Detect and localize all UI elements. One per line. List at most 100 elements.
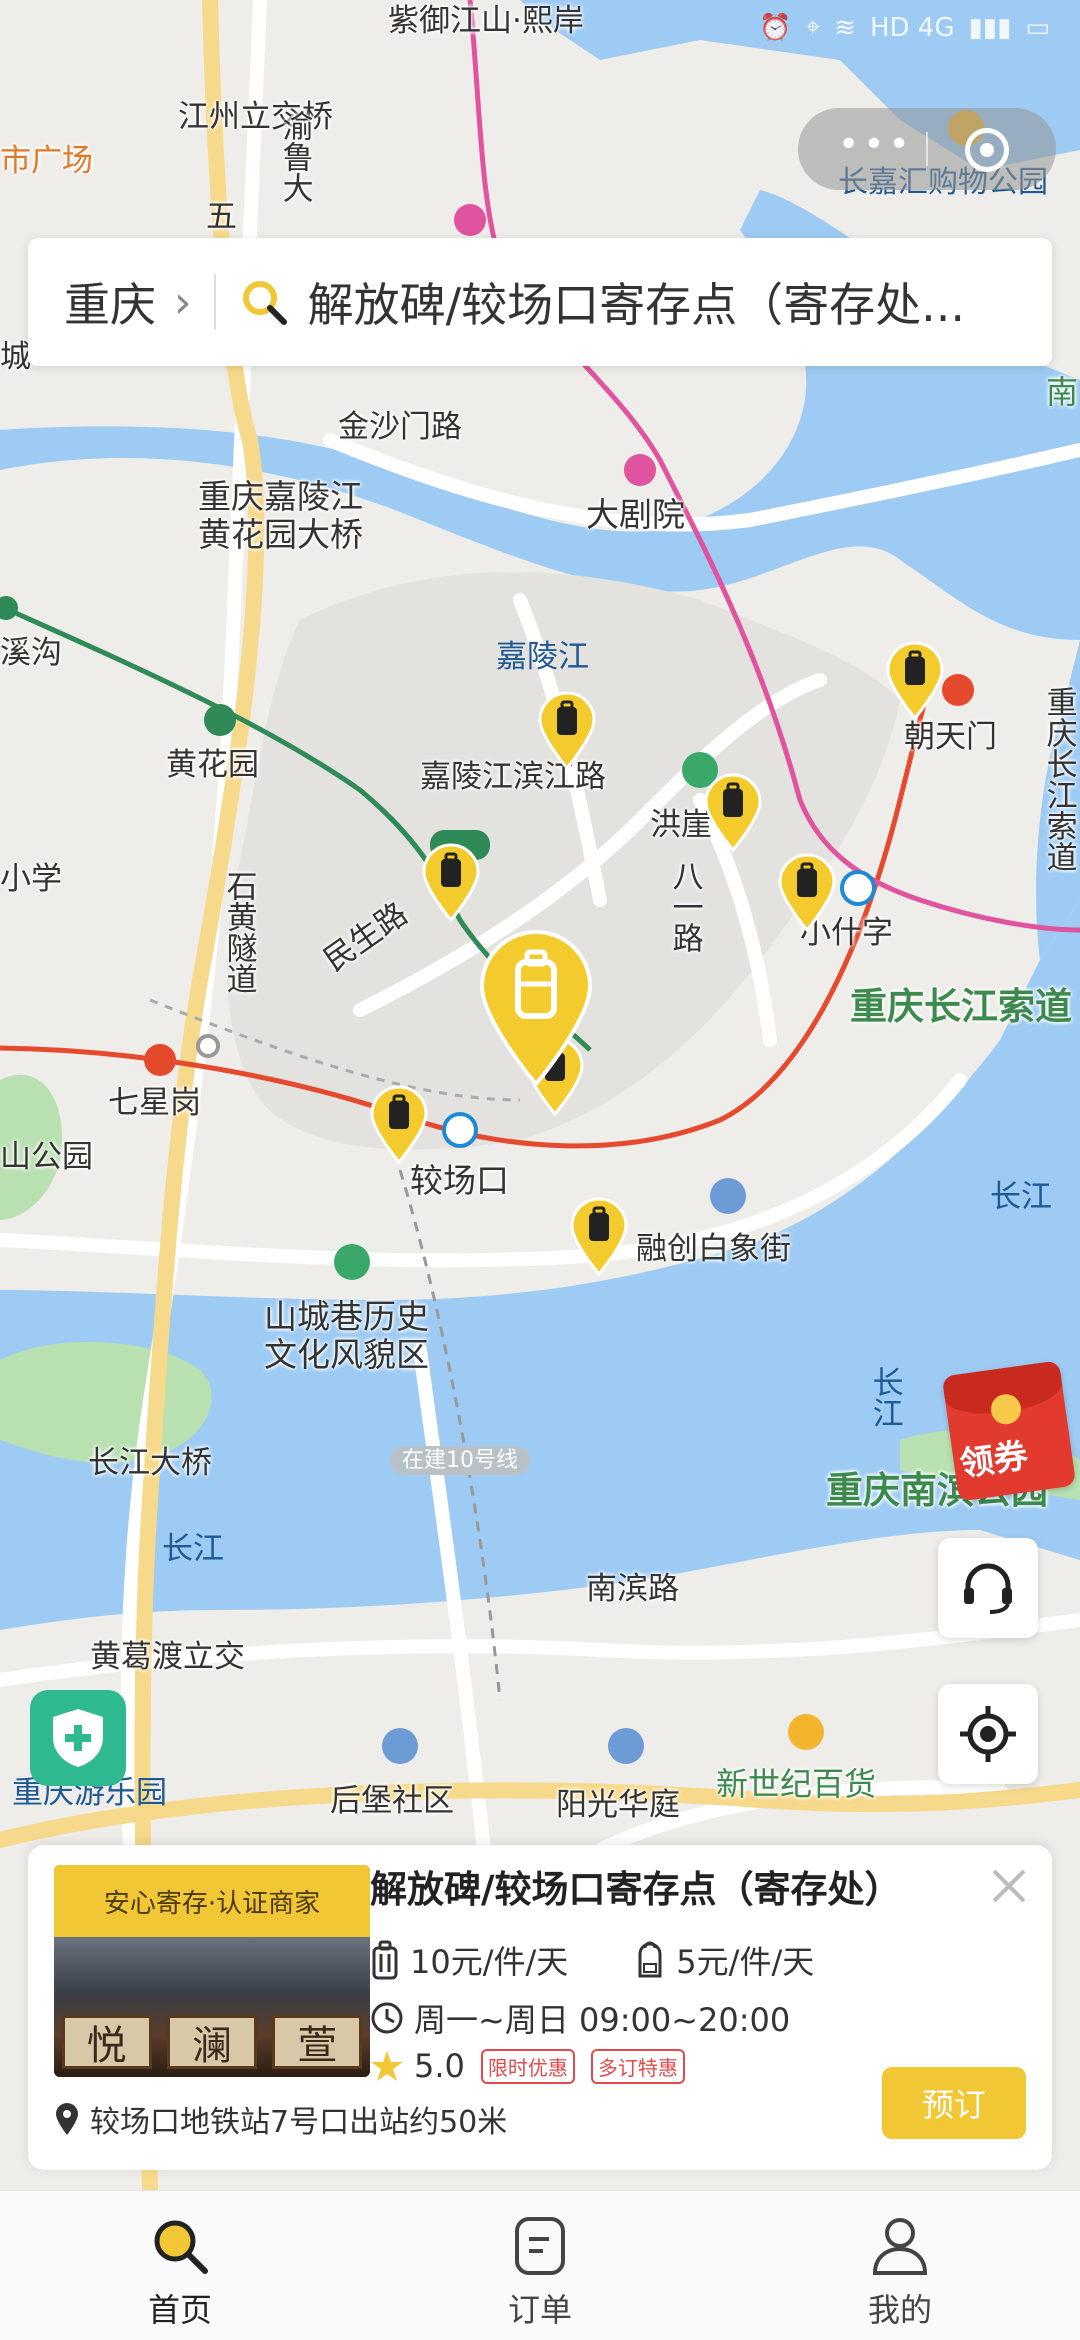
safety-button[interactable] (30, 1690, 126, 1786)
storage-pin[interactable] (420, 842, 482, 922)
map-label: 南滨路 (586, 1571, 679, 1607)
luggage-icon (372, 1940, 398, 1980)
tab-label: 订单 (507, 2291, 572, 2329)
promo-tag: 多订特惠 (590, 2048, 685, 2084)
map-label: 重庆嘉陵江 黄花园大桥 (198, 477, 363, 554)
bag-price: 5元/件/天 (676, 1943, 815, 1981)
close-miniprogram-button[interactable] (965, 128, 1009, 172)
city-selector[interactable]: 重庆 › (28, 269, 192, 335)
battery-icon: ▭ (1025, 12, 1050, 43)
map-label: 五 (206, 199, 237, 235)
map-label: 市广场 (0, 143, 93, 179)
map-label: 重庆长江索道 (850, 985, 1072, 1028)
map-label: 山公园 (0, 1139, 93, 1175)
tab-label: 首页 (147, 2291, 212, 2329)
storage-pin[interactable] (776, 852, 838, 932)
status-icons: ⏰ ⌖ ≋ HD 4G ▮▮▮ ▭ (759, 12, 1050, 43)
storage-info-card[interactable]: 安心寄存·认证商家 悦 澜 萱 解放碑/较场口寄存点（寄存处） 10元/件/天 … (28, 1845, 1052, 2170)
map-label: 八一路 (666, 860, 703, 953)
storage-pin[interactable] (536, 690, 598, 770)
map-label: 在建10号线 (390, 1446, 530, 1476)
map-label: 石黄隧道 (220, 870, 257, 994)
map-label: 黄花园 (166, 747, 259, 783)
hours-row: 周一~周日 09:00~20:00 (370, 1995, 790, 2041)
tab-orders[interactable]: 订单 (360, 2191, 720, 2340)
certified-badge: 安心寄存·认证商家 (54, 1865, 370, 1937)
status-bar: ⏰ ⌖ ≋ HD 4G ▮▮▮ ▭ (0, 0, 1080, 60)
selected-storage-pin[interactable] (476, 928, 596, 1088)
order-icon (515, 2217, 565, 2275)
store-sign: 悦 澜 萱 (54, 2015, 370, 2075)
map-label: 嘉陵江 (496, 639, 589, 675)
locate-icon (960, 1706, 1016, 1762)
storage-pin[interactable] (884, 640, 946, 720)
user-icon (872, 2218, 928, 2275)
map-label: 融创白象街 (636, 1231, 791, 1267)
map-label: 溪沟 (0, 635, 62, 671)
search-divider (213, 274, 216, 330)
map-label: 重庆长江索道 (1040, 686, 1077, 872)
sign-char: 萱 (272, 2015, 363, 2069)
price-row: 10元/件/天 5元/件/天 (370, 1937, 814, 1983)
map-label: 山城巷历史 文化风貌区 (264, 1297, 429, 1374)
city-label: 重庆 (64, 278, 156, 332)
coupon-label: 领券 (957, 1435, 1031, 1485)
map-label: 朝天门 (904, 719, 997, 755)
close-icon[interactable] (986, 1863, 1032, 1909)
chevron-right-icon: › (174, 276, 192, 328)
map-label: 渝鲁大 (276, 110, 313, 203)
shield-icon (53, 1709, 103, 1767)
store-title: 解放碑/较场口寄存点（寄存处） (370, 1868, 902, 1911)
sign-char: 悦 (61, 2015, 152, 2069)
map-label: 小学 (0, 861, 62, 897)
map-label: 金沙门路 (338, 409, 462, 445)
store-thumbnail[interactable]: 安心寄存·认证商家 悦 澜 萱 (54, 1865, 370, 2077)
backpack-icon (638, 1941, 662, 1978)
search-query: 解放碑/较场口寄存点（寄存处... (307, 278, 965, 332)
book-button[interactable]: 预订 (882, 2067, 1026, 2139)
map-label: 较场口 (410, 1161, 509, 1200)
promo-tag: 限时优惠 (480, 2048, 575, 2084)
location-text: 较场口地铁站7号口出站约50米 (90, 2105, 508, 2140)
coupon-button[interactable]: 领券 (941, 1360, 1080, 1502)
network-indicator: HD 4G (869, 12, 955, 43)
tab-profile[interactable]: 我的 (720, 2191, 1080, 2340)
storage-pin[interactable] (702, 772, 764, 852)
star-icon (371, 2051, 403, 2081)
tab-bar: 首页 订单 我的 (0, 2190, 1080, 2340)
rating-row: 5.0 限时优惠 多订特惠 (370, 2047, 685, 2085)
search-icon (242, 281, 287, 325)
sign-char: 澜 (166, 2015, 257, 2069)
red-envelope-icon: 领券 (941, 1360, 1077, 1502)
tab-label: 我的 (867, 2291, 932, 2329)
signal-icon: ▮▮▮ (968, 12, 1012, 43)
capsule-divider (926, 132, 928, 166)
map-label: 长江 (990, 1179, 1052, 1215)
map-label: 长江 (162, 1531, 224, 1567)
business-hours: 周一~周日 09:00~20:00 (414, 2001, 791, 2039)
location-row: 较场口地铁站7号口出站约50米 (54, 2097, 507, 2141)
search-field[interactable]: 解放碑/较场口寄存点（寄存处... (240, 269, 965, 335)
map-label: 长江 (866, 1366, 903, 1428)
clock-icon (371, 2002, 403, 2034)
map-label: 新世纪百货 (716, 1765, 877, 1803)
storage-pin[interactable] (368, 1084, 430, 1164)
mini-program-capsule: ••• (798, 108, 1056, 190)
tab-home[interactable]: 首页 (0, 2191, 360, 2340)
location-icon: ⌖ (805, 12, 821, 42)
map-label: 南 (1046, 373, 1079, 411)
storage-pin[interactable] (568, 1196, 630, 1276)
customer-service-button[interactable] (938, 1538, 1038, 1638)
map-label: 大剧院 (586, 495, 685, 534)
map-label: 七星岗 (108, 1085, 201, 1121)
search-bar[interactable]: 重庆 › 解放碑/较场口寄存点（寄存处... (28, 238, 1052, 366)
map-label: 城 (0, 339, 31, 375)
alarm-icon: ⏰ (759, 12, 792, 43)
rating-value: 5.0 (414, 2047, 465, 2085)
search-icon (154, 2220, 208, 2274)
headset-icon (964, 1563, 1012, 1614)
more-menu-button[interactable]: ••• (838, 127, 914, 163)
locate-me-button[interactable] (938, 1684, 1038, 1784)
location-pin-icon (56, 2103, 78, 2135)
luggage-price: 10元/件/天 (410, 1943, 569, 1981)
